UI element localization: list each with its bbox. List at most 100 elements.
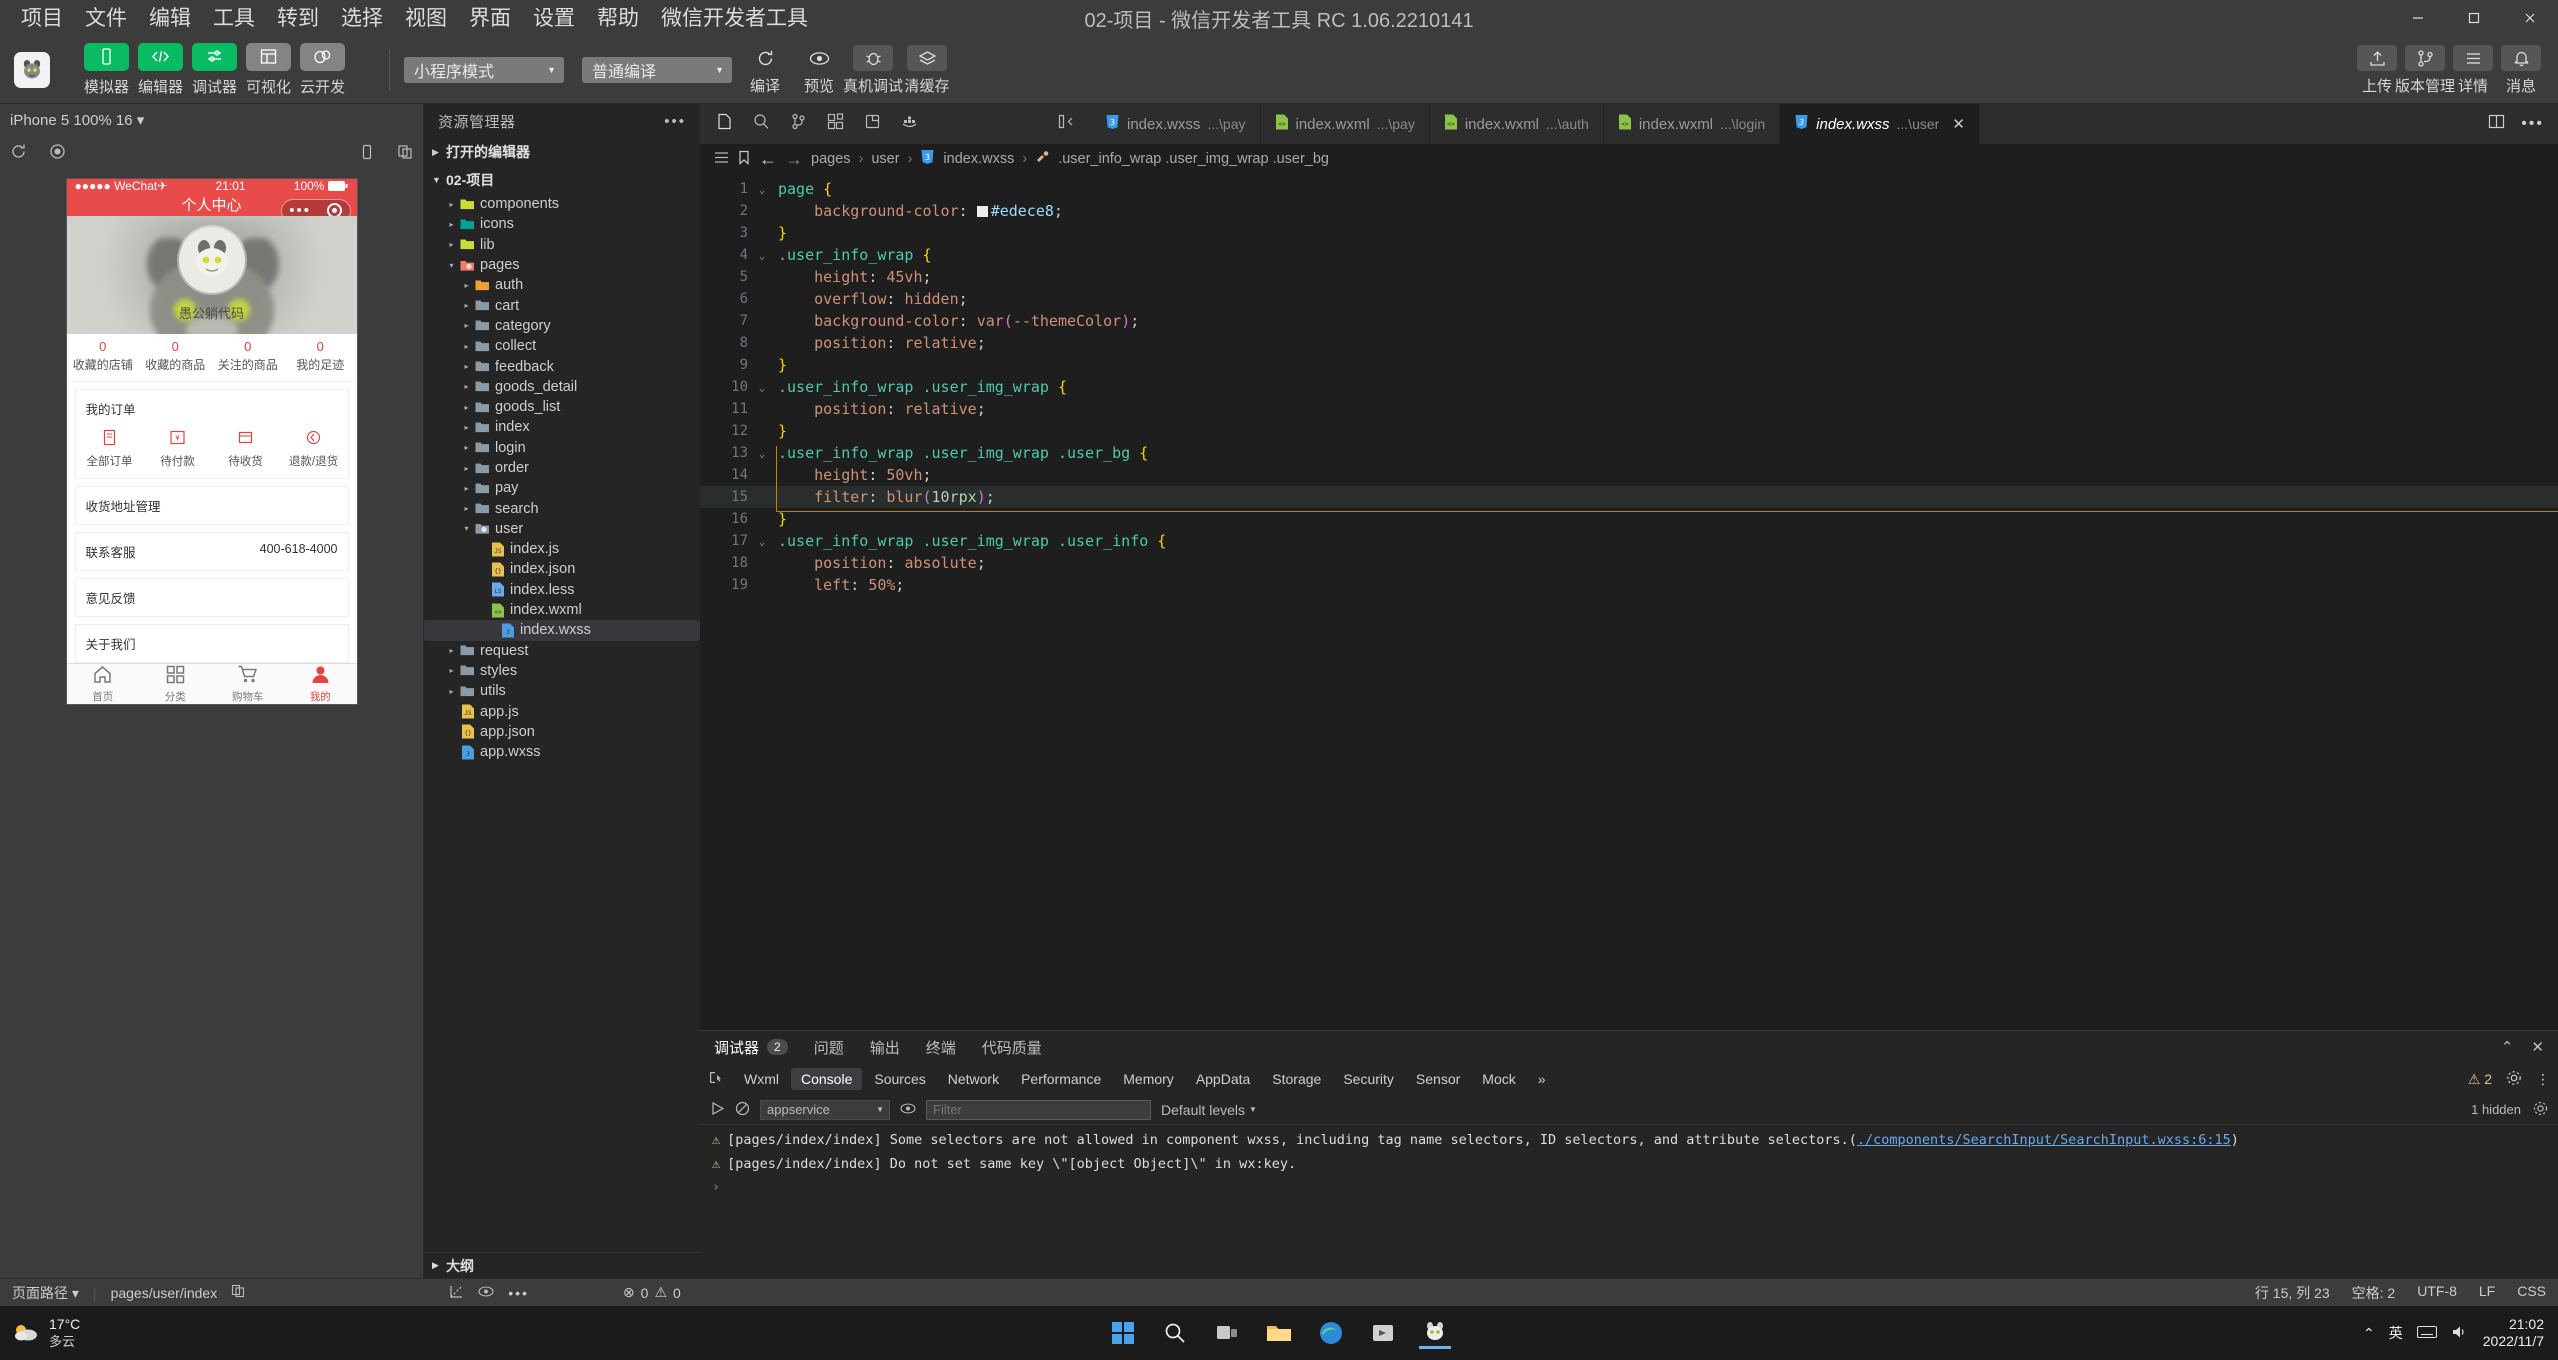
code-line-5[interactable]: 5 height: 45vh; [700,266,2558,288]
action-版本管理[interactable]: 版本管理 [2395,43,2455,96]
code-line-6[interactable]: 6 overflow: hidden; [700,288,2558,310]
editor-tab-1[interactable]: <> index.wxml ...\pay [1260,104,1430,144]
tree-item-feedback[interactable]: ▸ feedback [424,356,700,376]
code-line-7[interactable]: 7 background-color: var(--themeColor); [700,310,2558,332]
code-line-12[interactable]: 12} [700,420,2558,442]
settings-gear-icon[interactable] [2506,1070,2522,1089]
devtools-tab-AppData[interactable]: AppData [1186,1068,1260,1090]
tree-item-category[interactable]: ▸ category [424,316,700,336]
console-top-tab-输出[interactable]: 输出 [870,1037,900,1058]
tree-item-app.js[interactable]: JS app.js [424,701,700,721]
windows-icon[interactable] [1107,1317,1139,1349]
tree-item-login[interactable]: ▸ login [424,438,700,458]
store-icon[interactable] [1367,1317,1399,1349]
phone-tab-购物车[interactable]: 购物车 [212,664,285,704]
console-top-tab-调试器[interactable]: 调试器 [714,1037,759,1058]
menu-row[interactable]: 收货地址管理 [74,486,349,525]
taskview-icon[interactable] [1211,1317,1243,1349]
collapse-panel-icon[interactable] [1058,113,1075,135]
devtools-overflow-icon[interactable]: » [1528,1068,1556,1090]
console-prompt[interactable]: › [700,1176,2558,1198]
devtools-tab-Network[interactable]: Network [938,1068,1009,1090]
code-line-9[interactable]: 9} [700,354,2558,376]
editor-tab-3[interactable]: <> index.wxml ...\login [1603,104,1781,144]
code-line-3[interactable]: 3} [700,222,2558,244]
code-line-17[interactable]: 17 ⌄ .user_info_wrap .user_img_wrap .user_… [700,530,2558,552]
devtools-tab-Mock[interactable]: Mock [1472,1068,1525,1090]
debug-icon[interactable] [864,113,881,135]
order-item[interactable]: ¥ 待付款 [144,429,212,469]
expand-icon[interactable] [449,1284,464,1302]
action-真机调试[interactable]: 真机调试 [843,43,903,96]
source-control-icon[interactable] [790,113,807,135]
eye-icon[interactable] [900,1102,916,1118]
refresh-icon[interactable] [10,143,27,165]
menu-item-8[interactable]: 设置 [522,5,586,32]
ime-indicator[interactable]: 英 [2389,1323,2403,1343]
weather-widget[interactable]: 17°C 多云 [0,1316,80,1350]
devtools-tab-Sensor[interactable]: Sensor [1406,1068,1470,1090]
editor-tab-4[interactable]: 3 index.wxss ...\user ✕ [1780,104,1980,144]
fold-toggle-icon[interactable]: ⌄ [752,535,772,548]
search-icon[interactable] [753,113,770,135]
bookmark-icon[interactable] [737,150,751,169]
console-top-tab-终端[interactable]: 终端 [926,1037,956,1058]
outline-section[interactable]: ▶ 大纲 [424,1252,700,1278]
code-line-4[interactable]: 4 ⌄ .user_info_wrap { [700,244,2558,266]
breadcrumb-item-1[interactable]: user [871,151,899,167]
inspect-element-icon[interactable] [708,1070,724,1088]
fold-toggle-icon[interactable]: ⌄ [752,183,772,196]
clear-console-icon[interactable] [735,1101,750,1119]
toolbar-button-可视化[interactable]: 可视化 [246,42,291,97]
breadcrumb-item-2[interactable]: index.wxss [943,151,1014,167]
tree-item-utils[interactable]: ▸ utils [424,681,700,701]
editor-tab-2[interactable]: <> index.wxml ...\auth [1429,104,1604,144]
stat-item[interactable]: 0 收藏的店铺 [67,334,140,381]
tree-item-search[interactable]: ▸ search [424,498,700,518]
menu-item-7[interactable]: 界面 [458,5,522,32]
device-selector[interactable]: iPhone 5 100% 16 ▾ [10,111,144,129]
language-mode[interactable]: CSS [2517,1283,2546,1303]
volume-icon[interactable] [2451,1324,2469,1343]
tree-item-index.json[interactable]: {} index.json [424,559,700,579]
code-editor[interactable]: 1 ⌄ page {2 background-color: #edece8; 3} 4 ⌄… [700,174,2558,1030]
order-item[interactable]: 待收货 [212,429,280,469]
phone-tab-我的[interactable]: 我的 [284,664,357,704]
taskbar-time[interactable]: 21:02 [2483,1316,2544,1334]
menu-item-0[interactable]: 项目 [10,5,74,32]
stat-item[interactable]: 0 关注的商品 [212,334,285,381]
devtools-tab-Memory[interactable]: Memory [1113,1068,1184,1090]
docker-icon[interactable] [901,113,918,135]
warning-badge[interactable]: ⚠ 2 [2468,1071,2492,1088]
tree-item-icons[interactable]: ▸ icons [424,214,700,234]
code-line-2[interactable]: 2 background-color: #edece8; [700,200,2558,222]
breadcrumb-item-0[interactable]: pages [811,151,851,167]
console-filter-input[interactable] [926,1099,1151,1120]
tree-item-user[interactable]: ▾ user [424,519,700,539]
order-item[interactable]: 全部订单 [76,429,144,469]
tree-item-cart[interactable]: ▸ cart [424,295,700,315]
rotate-icon[interactable] [359,144,375,165]
menu-row[interactable]: 联系客服 400-618-4000 [74,532,349,571]
fold-toggle-icon[interactable]: ⌄ [752,381,772,394]
code-line-8[interactable]: 8 position: relative; [700,332,2558,354]
tree-item-pay[interactable]: ▸ pay [424,478,700,498]
tree-item-index.wxml[interactable]: <> index.wxml [424,600,700,620]
log-levels-select[interactable]: Default levels ▼ [1161,1102,1257,1118]
action-预览[interactable]: 预览 [796,43,842,96]
menu-item-5[interactable]: 选择 [330,5,394,32]
menu-item-3[interactable]: 工具 [202,5,266,32]
phone-tab-首页[interactable]: 首页 [67,664,140,704]
menu-item-9[interactable]: 帮助 [586,5,650,32]
stat-item[interactable]: 0 我的足迹 [284,334,357,381]
edge-icon[interactable] [1315,1317,1347,1349]
settings-gear-icon[interactable] [2533,1101,2548,1119]
tree-item-lib[interactable]: ▸ lib [424,235,700,255]
stat-item[interactable]: 0 收藏的商品 [139,334,212,381]
minimize-button[interactable] [2390,0,2446,36]
code-line-1[interactable]: 1 ⌄ page { [700,178,2558,200]
copy-icon[interactable] [397,144,413,165]
open-editors-section[interactable]: ▶ 打开的编辑器 [424,138,700,166]
cursor-position[interactable]: 行 15, 列 23 [2255,1283,2330,1303]
menu-item-6[interactable]: 视图 [394,5,458,32]
